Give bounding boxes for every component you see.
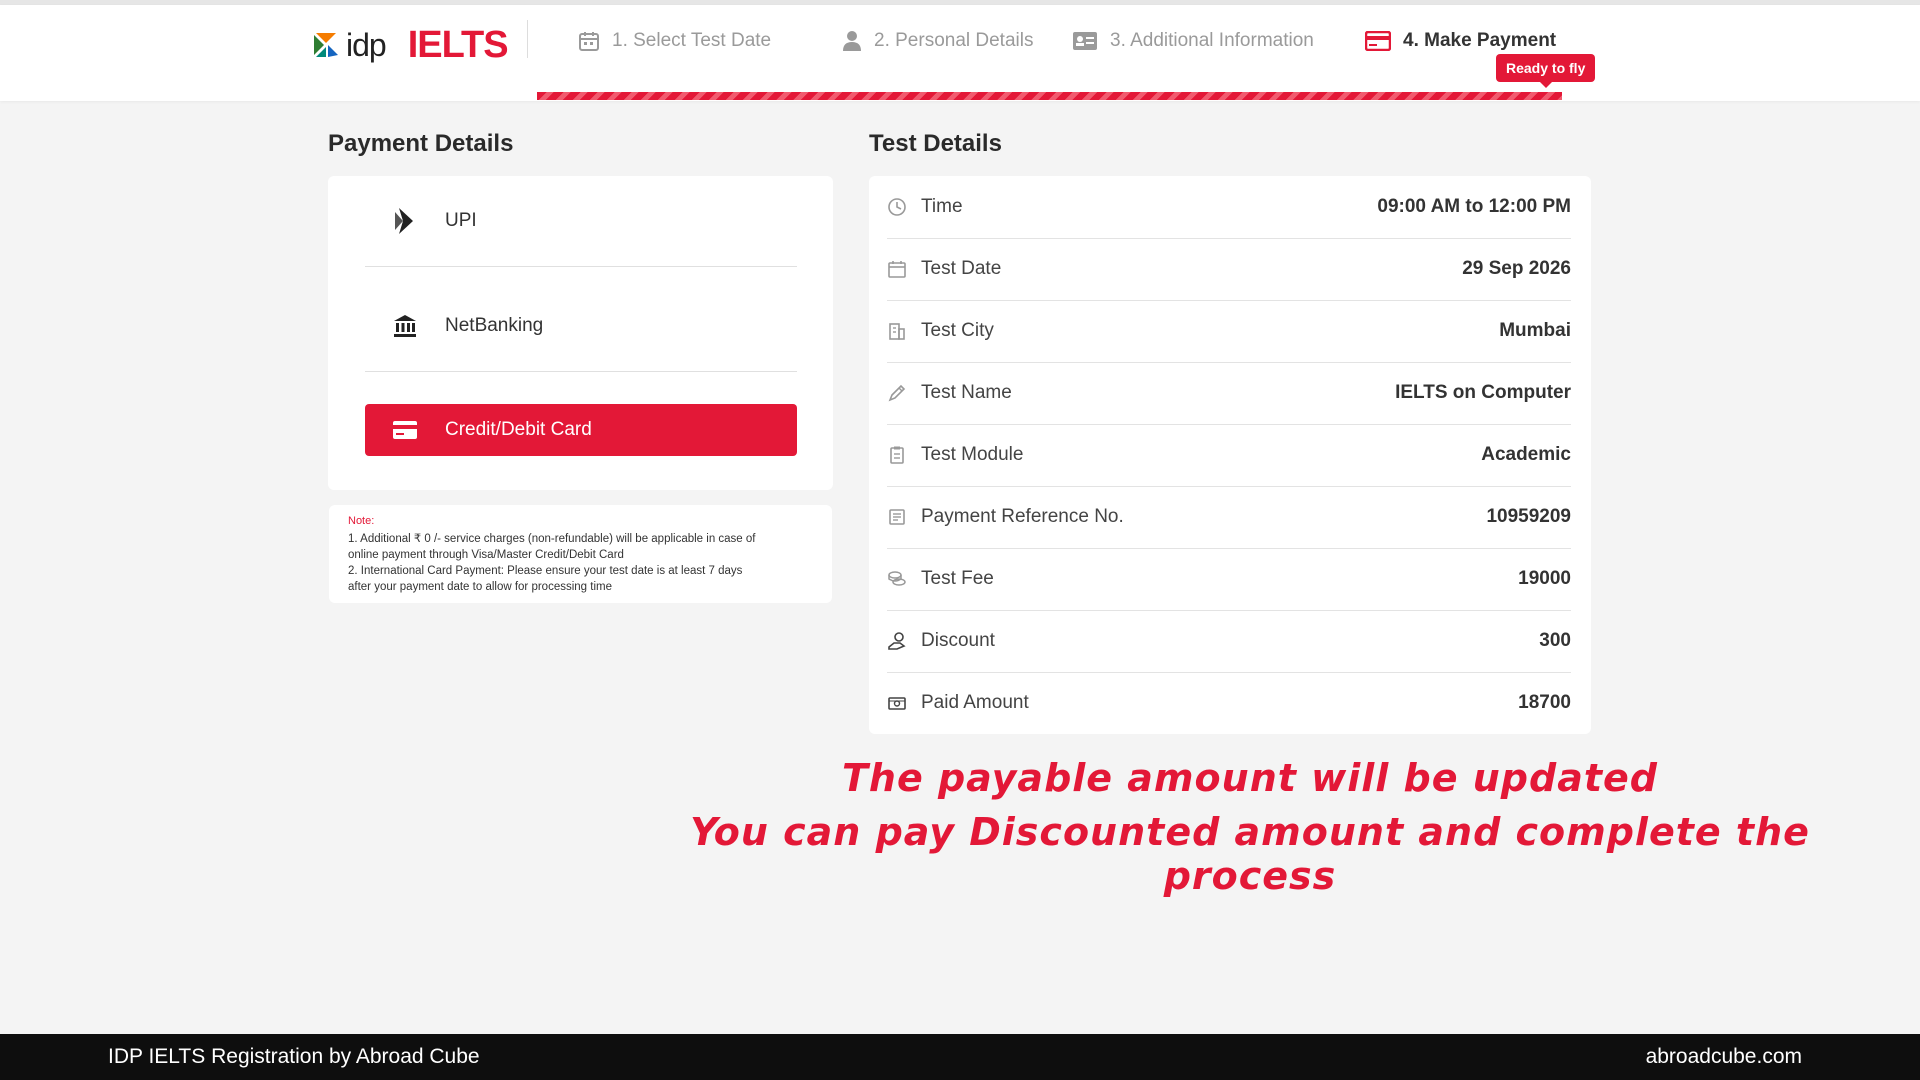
detail-label: Test Date <box>921 258 1002 279</box>
coins-icon <box>888 571 906 586</box>
step-label: 4. Make Payment <box>1403 30 1557 51</box>
detail-row-test-date: Test Date 29 Sep 2026 <box>887 238 1571 300</box>
note-title: Note: <box>348 515 375 527</box>
detail-value: 300 <box>1539 630 1571 651</box>
idp-logo-icon <box>314 33 338 57</box>
note-line: 1. Additional ₹ 0 /- service charges (no… <box>348 533 756 545</box>
test-details-title: Test Details <box>869 130 1002 157</box>
overlay-message-line-2: You can pay Discounted amount and comple… <box>690 810 1810 898</box>
step-select-test-date[interactable]: 1. Select Test Date <box>578 26 771 56</box>
detail-label: Discount <box>921 630 995 651</box>
payment-option-credit-debit-card[interactable]: Credit/Debit Card <box>365 404 797 456</box>
payment-option-label: UPI <box>445 210 477 231</box>
logo-ielts-text: IELTS <box>407 23 509 66</box>
detail-value: 18700 <box>1518 692 1571 713</box>
id-card-icon <box>1073 32 1097 50</box>
calendar-icon <box>579 32 599 51</box>
note-line: online payment through Visa/Master Credi… <box>348 549 624 561</box>
detail-row-payment-reference: Payment Reference No. 10959209 <box>887 486 1571 548</box>
detail-label: Time <box>921 196 963 217</box>
clipboard-icon <box>890 446 904 464</box>
step-label: 3. Additional Information <box>1110 30 1314 51</box>
detail-label: Test City <box>921 320 994 341</box>
detail-label: Test Fee <box>921 568 994 589</box>
person-icon <box>843 31 861 51</box>
detail-label: Test Module <box>921 444 1024 465</box>
upi-icon <box>365 206 445 236</box>
footer-bar: IDP IELTS Registration by Abroad Cube ab… <box>0 1034 1920 1080</box>
card-icon <box>365 420 445 440</box>
detail-row-discount: Discount 300 <box>887 610 1571 672</box>
detail-value: IELTS on Computer <box>1395 382 1571 403</box>
note-line: after your payment date to allow for pro… <box>348 581 612 593</box>
detail-row-test-city: Test City Mumbai <box>887 300 1571 362</box>
hand-coin-icon <box>888 632 906 650</box>
payment-details-title: Payment Details <box>328 130 514 157</box>
detail-row-paid-amount: Paid Amount 18700 <box>887 672 1571 734</box>
payment-note: Note: 1. Additional ₹ 0 /- service charg… <box>329 505 832 603</box>
detail-row-test-name: Test Name IELTS on Computer <box>887 362 1571 424</box>
detail-label: Payment Reference No. <box>921 506 1124 527</box>
calendar-icon <box>888 261 906 278</box>
note-line: 2. International Card Payment: Please en… <box>348 565 743 577</box>
step-label: 2. Personal Details <box>874 30 1034 51</box>
footer-website: abroadcube.com <box>1645 1045 1802 1068</box>
clock-icon <box>888 198 906 216</box>
step-additional-information[interactable]: 3. Additional Information <box>1072 26 1314 56</box>
pen-icon <box>888 384 906 402</box>
step-label: 1. Select Test Date <box>612 30 772 51</box>
detail-value: 29 Sep 2026 <box>1462 258 1571 279</box>
detail-value: 10959209 <box>1486 506 1571 527</box>
payment-option-upi[interactable]: UPI <box>365 195 797 247</box>
building-icon <box>889 323 905 340</box>
idp-ielts-logo[interactable]: idp IELTS <box>310 23 509 67</box>
payment-option-label: NetBanking <box>445 315 544 336</box>
detail-row-test-module: Test Module Academic <box>887 424 1571 486</box>
step-personal-details[interactable]: 2. Personal Details <box>842 26 1033 56</box>
detail-value: Academic <box>1481 444 1571 465</box>
detail-row-time: Time 09:00 AM to 12:00 PM <box>887 176 1571 238</box>
logo-divider <box>527 20 528 58</box>
logo-idp-text: idp <box>346 26 387 63</box>
cash-icon <box>888 697 906 710</box>
progress-bar <box>537 92 1562 100</box>
detail-label: Paid Amount <box>921 692 1029 713</box>
ready-to-fly-badge: Ready to fly <box>1496 54 1596 88</box>
credit-card-icon <box>1365 31 1391 51</box>
bank-icon <box>365 314 445 338</box>
detail-value: 19000 <box>1518 568 1571 589</box>
step-make-payment[interactable]: 4. Make Payment <box>1365 26 1556 56</box>
detail-label: Test Name <box>921 382 1012 403</box>
payment-option-netbanking[interactable]: NetBanking <box>365 300 797 352</box>
detail-value: 09:00 AM to 12:00 PM <box>1377 196 1571 217</box>
divider <box>365 371 797 372</box>
overlay-message-line-1: The payable amount will be updated <box>842 756 1658 800</box>
footer-caption: IDP IELTS Registration by Abroad Cube <box>108 1045 480 1068</box>
divider <box>365 266 797 267</box>
payment-option-label: Credit/Debit Card <box>445 419 592 440</box>
receipt-icon <box>889 509 905 525</box>
detail-value: Mumbai <box>1499 320 1571 341</box>
detail-row-test-fee: Test Fee 19000 <box>887 548 1571 610</box>
